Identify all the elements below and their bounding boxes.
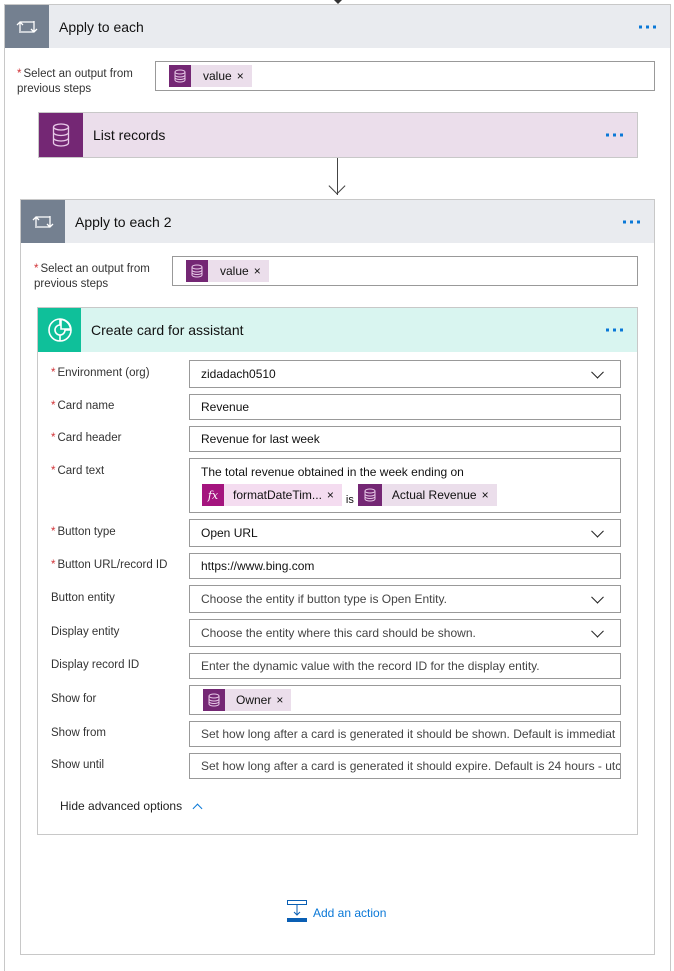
show-for-label: Show for [51,693,97,705]
owner-token[interactable]: Owner × [203,689,292,711]
button-entity-dropdown[interactable]: Choose the entity if button type is Open… [189,585,621,613]
add-action-icon [287,900,307,925]
show-until-label: Show until [51,759,105,771]
show-for-field: Show for Owner × [38,685,638,715]
more-options-icon[interactable] [606,328,623,332]
arrow-down-icon [328,177,346,195]
apply-to-each-2-title: Apply to each 2 [75,213,172,230]
chevron-down-icon[interactable] [591,365,604,379]
apply-to-each-header[interactable]: Apply to each [5,5,670,48]
remove-token-icon[interactable]: × [276,693,291,707]
database-icon [357,484,382,506]
select-output-input[interactable]: value × [155,61,655,91]
environment-label: * Environment (org) [51,367,150,379]
create-card-title: Create card for assistant [91,322,244,338]
chevron-down-icon[interactable] [591,524,604,538]
display-record-id-input[interactable]: Enter the dynamic value with the record … [189,653,621,679]
card-text-field: * Card text The total revenue obtained in… [38,458,638,513]
show-from-label: Show from [51,727,106,739]
inner-select-output-row: * Select an output from previous steps val… [21,243,654,307]
display-record-id-field: Display record ID Enter the dynamic valu… [38,653,638,679]
display-record-id-label: Display record ID [51,659,140,671]
button-type-label: * Button type [51,526,116,538]
card-name-field: * Card name Revenue [38,394,638,420]
show-for-input[interactable]: Owner × [189,685,621,715]
loop-icon [21,200,65,243]
value-token[interactable]: value × [169,65,252,87]
apply-to-each-container: Apply to each * Select an output from prev… [4,4,671,971]
list-records-title: List records [93,127,166,143]
value-token[interactable]: value × [186,260,269,282]
more-options-icon[interactable] [623,220,640,223]
display-entity-field: Display entity Choose the entity where t… [38,619,638,647]
more-options-icon[interactable] [639,25,656,28]
chevron-down-icon[interactable] [591,590,604,604]
actual-revenue-token[interactable]: Actual Revenue × [357,484,497,506]
show-from-input[interactable]: Set how long after a card is generated i… [189,721,621,747]
display-entity-dropdown[interactable]: Choose the entity where this card should… [189,619,621,647]
loop-icon [5,5,49,48]
show-from-field: Show from Set how long after a card is g… [38,721,638,747]
show-until-input[interactable]: Set how long after a card is generated i… [189,753,621,779]
add-an-action-button[interactable]: Add an action [287,900,386,925]
database-icon [186,260,208,282]
display-entity-label: Display entity [51,626,120,638]
database-icon [203,689,225,711]
button-type-field: * Button type Open URL [38,519,638,547]
button-url-input[interactable]: https://www.bing.com [189,553,621,579]
remove-token-icon[interactable]: × [482,488,497,502]
show-until-field: Show until Set how long after a card is … [38,753,638,779]
apply-to-each-2-container: Apply to each 2 * Select an output from pr… [20,199,655,955]
button-entity-field: Button entity Choose the entity if butto… [38,585,638,613]
apply-to-each-title: Apply to each [59,18,144,35]
create-card-action: Create card for assistant * Environment (… [37,307,638,835]
card-text-label: * Card text [51,465,105,477]
card-header-label: * Card header [51,432,122,444]
chevron-down-icon[interactable] [591,624,604,638]
remove-token-icon[interactable]: × [327,488,342,502]
remove-token-icon[interactable]: × [254,264,269,278]
chevron-up-icon [192,803,203,813]
more-options-icon[interactable] [606,133,623,137]
remove-token-icon[interactable]: × [237,69,252,83]
apply-to-each-2-header[interactable]: Apply to each 2 [21,200,654,243]
create-card-header[interactable]: Create card for assistant [38,308,637,352]
format-datetime-token[interactable]: fx formatDateTim... × [202,484,342,506]
list-records-action[interactable]: List records [38,112,638,158]
select-output-label: * Select an output from previous steps [34,263,150,290]
button-type-dropdown[interactable]: Open URL [189,519,621,547]
database-icon [169,65,191,87]
card-header-field: * Card header Revenue for last week [38,426,638,452]
fx-icon: fx [202,484,224,506]
card-name-input[interactable]: Revenue [189,394,621,420]
outer-select-output-row: * Select an output from previous steps val… [5,48,670,112]
database-icon [39,113,83,157]
button-url-field: * Button URL/record ID https://www.bing.c… [38,553,638,579]
hide-advanced-options-button[interactable]: Hide advanced options [60,799,203,813]
environment-field: * Environment (org) zidadach0510 [38,360,638,388]
card-name-label: * Card name [51,400,115,412]
assistant-card-icon [38,308,81,352]
environment-dropdown[interactable]: zidadach0510 [189,360,621,388]
card-text-input[interactable]: The total revenue obtained in the week e… [189,458,621,513]
select-output-label: * Select an output from previous steps [17,68,133,95]
button-url-label: * Button URL/record ID [51,559,168,571]
card-header-input[interactable]: Revenue for last week [189,426,621,452]
button-entity-label: Button entity [51,592,115,604]
select-output-input[interactable]: value × [172,256,638,286]
